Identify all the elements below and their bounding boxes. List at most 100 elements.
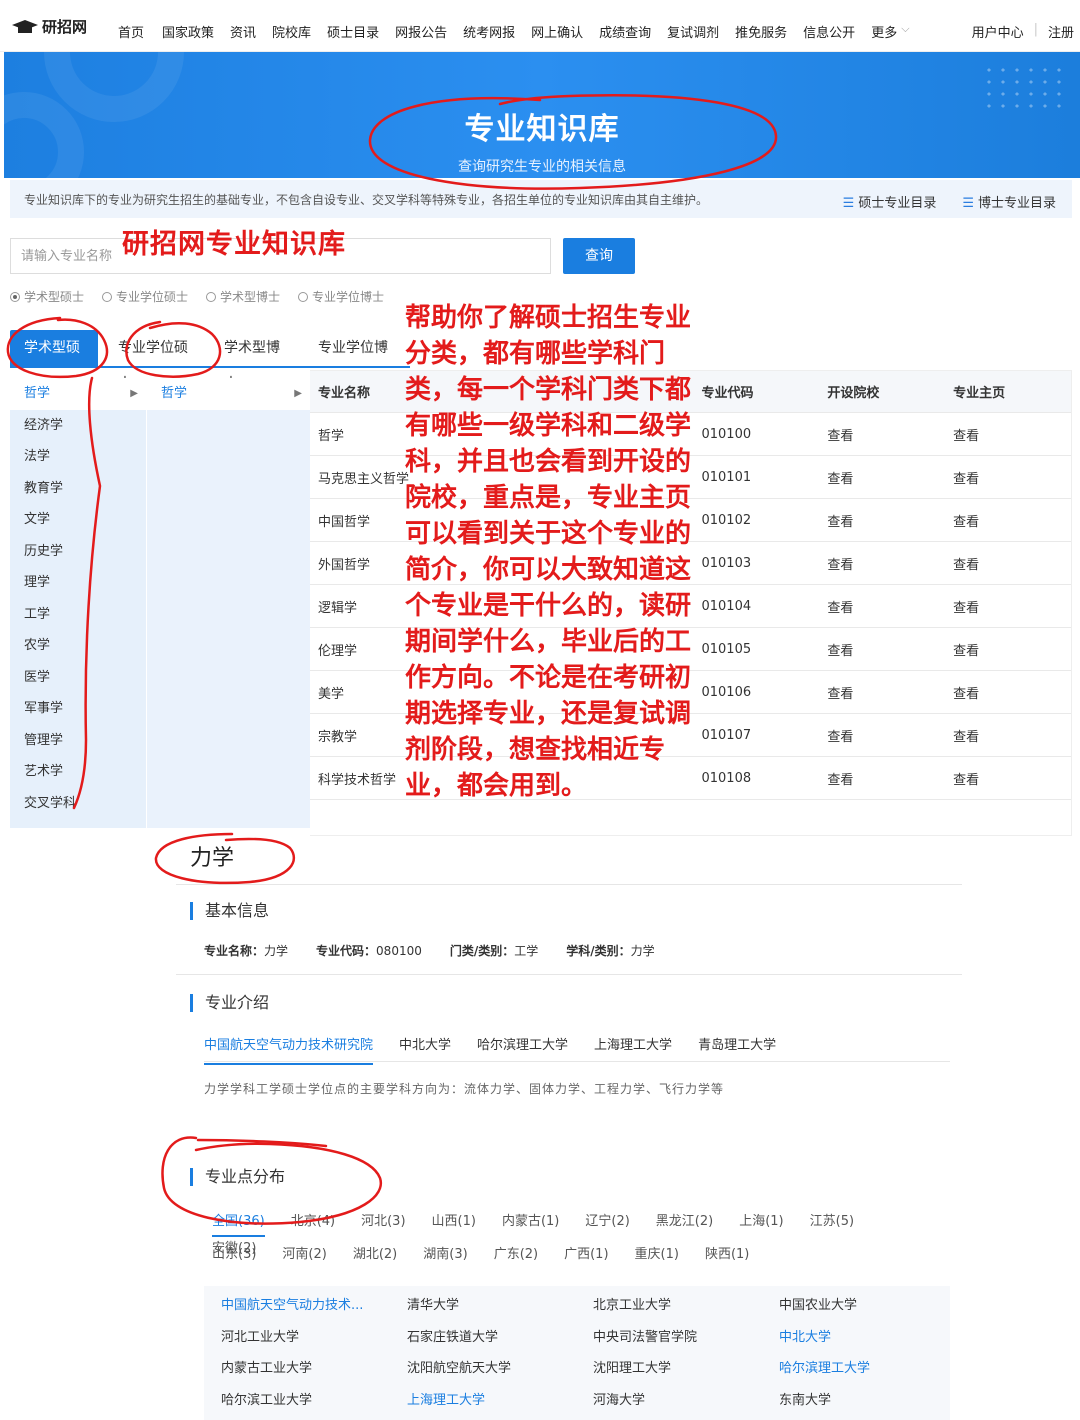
search-button[interactable]: 查询 (563, 238, 635, 274)
tab-degree[interactable]: 学术型硕士 (10, 330, 98, 392)
region-filter[interactable]: 上海(1) (739, 1210, 783, 1237)
user-center-link[interactable]: 用户中心 (972, 22, 1024, 41)
university-link[interactable]: 东南大学 (779, 1389, 967, 1420)
view-homepage-link[interactable]: 查看 (953, 683, 1071, 702)
view-schools-link[interactable]: 查看 (827, 597, 953, 616)
region-filter[interactable]: 辽宁(2) (585, 1210, 629, 1237)
view-schools-link[interactable]: 查看 (827, 468, 953, 487)
region-filter[interactable]: 黑龙江(2) (656, 1210, 713, 1237)
triangle-right-icon: ▶ (294, 388, 302, 399)
view-homepage-link[interactable]: 查看 (953, 425, 1071, 444)
region-filter[interactable]: 陕西(1) (705, 1243, 749, 1262)
category-label: 经济学 (24, 417, 64, 433)
nav-item[interactable]: 网上确认 (531, 22, 583, 41)
region-filter[interactable]: 山西(1) (432, 1210, 476, 1237)
university-link[interactable]: 沈阳航空航天大学 (407, 1357, 593, 1389)
nav-item[interactable]: 复试调剂 (667, 22, 719, 41)
region-filter[interactable]: 河北(3) (361, 1210, 405, 1237)
nav-item[interactable]: 国家政策 (162, 22, 214, 41)
category-item[interactable]: 理学 (10, 567, 146, 599)
view-schools-link[interactable]: 查看 (827, 554, 953, 573)
view-homepage-link[interactable]: 查看 (953, 511, 1071, 530)
region-filter[interactable]: 湖北(2) (353, 1243, 397, 1262)
category-item[interactable]: 艺术学 (10, 756, 146, 788)
category-item[interactable]: 文学 (10, 504, 146, 536)
view-schools-link[interactable]: 查看 (827, 425, 953, 444)
view-homepage-link[interactable]: 查看 (953, 769, 1071, 788)
region-filter[interactable]: 内蒙古(1) (502, 1210, 559, 1237)
university-link[interactable]: 河海大学 (593, 1389, 779, 1420)
subcategory-item[interactable]: 哲学 ▶ (147, 378, 310, 410)
view-homepage-link[interactable]: 查看 (953, 597, 1071, 616)
category-item[interactable]: 医学 (10, 662, 146, 694)
tab-degree[interactable]: 专业学位硕士 (104, 330, 204, 392)
university-link[interactable]: 中北大学 (779, 1326, 967, 1358)
university-link[interactable]: 北京工业大学 (593, 1294, 779, 1326)
university-link[interactable]: 中央司法警官学院 (593, 1326, 779, 1358)
column-header: 专业代码 (701, 386, 754, 401)
region-filter[interactable]: 广西(1) (564, 1243, 608, 1262)
category-item[interactable]: 管理学 (10, 725, 146, 757)
nav-item[interactable]: 成绩查询 (599, 22, 651, 41)
site-logo[interactable]: 研招网 (12, 16, 87, 37)
region-filter[interactable]: 山东(3) (212, 1243, 256, 1262)
category-item[interactable]: 工学 (10, 599, 146, 631)
university-link[interactable]: 内蒙古工业大学 (221, 1357, 407, 1389)
region-filter[interactable]: 广东(2) (494, 1243, 538, 1262)
divider: | (1033, 22, 1038, 37)
nav-item[interactable]: 硕士目录 (327, 22, 379, 41)
view-schools-link[interactable]: 查看 (827, 683, 953, 702)
nav-item[interactable]: 首页 (118, 22, 144, 41)
university-link[interactable]: 河北工业大学 (221, 1326, 407, 1358)
university-link[interactable]: 上海理工大学 (407, 1389, 593, 1420)
radio-option[interactable]: 专业学位硕士 (102, 288, 188, 305)
radio-option[interactable]: 专业学位博士 (298, 288, 384, 305)
category-label: 哲学 (24, 386, 51, 401)
nav-item[interactable]: 院校库 (272, 22, 311, 41)
region-filter[interactable]: 江苏(5) (810, 1210, 854, 1237)
view-homepage-link[interactable]: 查看 (953, 554, 1071, 573)
view-homepage-link[interactable]: 查看 (953, 468, 1071, 487)
master-catalog-link[interactable]: ☰ 硕士专业目录 (843, 192, 937, 211)
category-item[interactable]: 农学 (10, 630, 146, 662)
category-item[interactable]: 军事学 (10, 693, 146, 725)
university-link[interactable]: 中国航天空气动力技术... (221, 1294, 407, 1326)
tab-degree[interactable]: 学术型博士 (210, 330, 298, 392)
category-item[interactable]: 交叉学科 (10, 788, 146, 820)
university-link[interactable]: 哈尔滨理工大学 (779, 1357, 967, 1389)
category-list: 哲学 ▶ 经济学法学 教育学 文学 历史学 理学 工学 农学 医学 军事学 管理学 艺术学 交叉学科 (10, 378, 146, 828)
region-filter[interactable]: 北京(4) (291, 1210, 335, 1237)
category-item[interactable]: 经济学 (10, 410, 146, 442)
university-link[interactable]: 中国农业大学 (779, 1294, 967, 1326)
university-link[interactable]: 石家庄铁道大学 (407, 1326, 593, 1358)
nav-item[interactable]: 信息公开 (803, 22, 855, 41)
university-link[interactable]: 哈尔滨工业大学 (221, 1389, 407, 1420)
category-item[interactable]: 法学 (10, 441, 146, 473)
view-schools-link[interactable]: 查看 (827, 640, 953, 659)
nav-item[interactable]: 统考网报 (463, 22, 515, 41)
view-schools-link[interactable]: 查看 (827, 726, 953, 745)
category-item[interactable]: 教育学 (10, 473, 146, 505)
tab-degree[interactable]: 专业学位博士 (304, 330, 404, 392)
category-item[interactable]: 历史学 (10, 536, 146, 568)
nav-item[interactable]: 网报公告 (395, 22, 447, 41)
nav-item[interactable]: 推免服务 (735, 22, 787, 41)
region-filter[interactable]: 重庆(1) (635, 1243, 679, 1262)
nav-item[interactable]: 资讯 (230, 22, 256, 41)
view-schools-link[interactable]: 查看 (827, 769, 953, 788)
view-schools-link[interactable]: 查看 (827, 511, 953, 530)
region-filter[interactable]: 全国(36) (212, 1210, 265, 1237)
nav-item[interactable]: 更多 (871, 22, 897, 41)
category-item[interactable]: 哲学 ▶ (10, 378, 146, 410)
radio-option[interactable]: 学术型博士 (206, 288, 280, 305)
radio-option[interactable]: 学术型硕士 (10, 288, 84, 305)
basic-info-heading: 基本信息 (190, 902, 269, 920)
doctor-catalog-link[interactable]: ☰ 博士专业目录 (962, 192, 1056, 211)
university-link[interactable]: 沈阳理工大学 (593, 1357, 779, 1389)
university-link[interactable]: 清华大学 (407, 1294, 593, 1326)
register-link[interactable]: 注册 (1048, 22, 1074, 41)
view-homepage-link[interactable]: 查看 (953, 726, 1071, 745)
view-homepage-link[interactable]: 查看 (953, 640, 1071, 659)
region-filter[interactable]: 湖南(3) (423, 1243, 467, 1262)
region-filter[interactable]: 河南(2) (282, 1243, 326, 1262)
